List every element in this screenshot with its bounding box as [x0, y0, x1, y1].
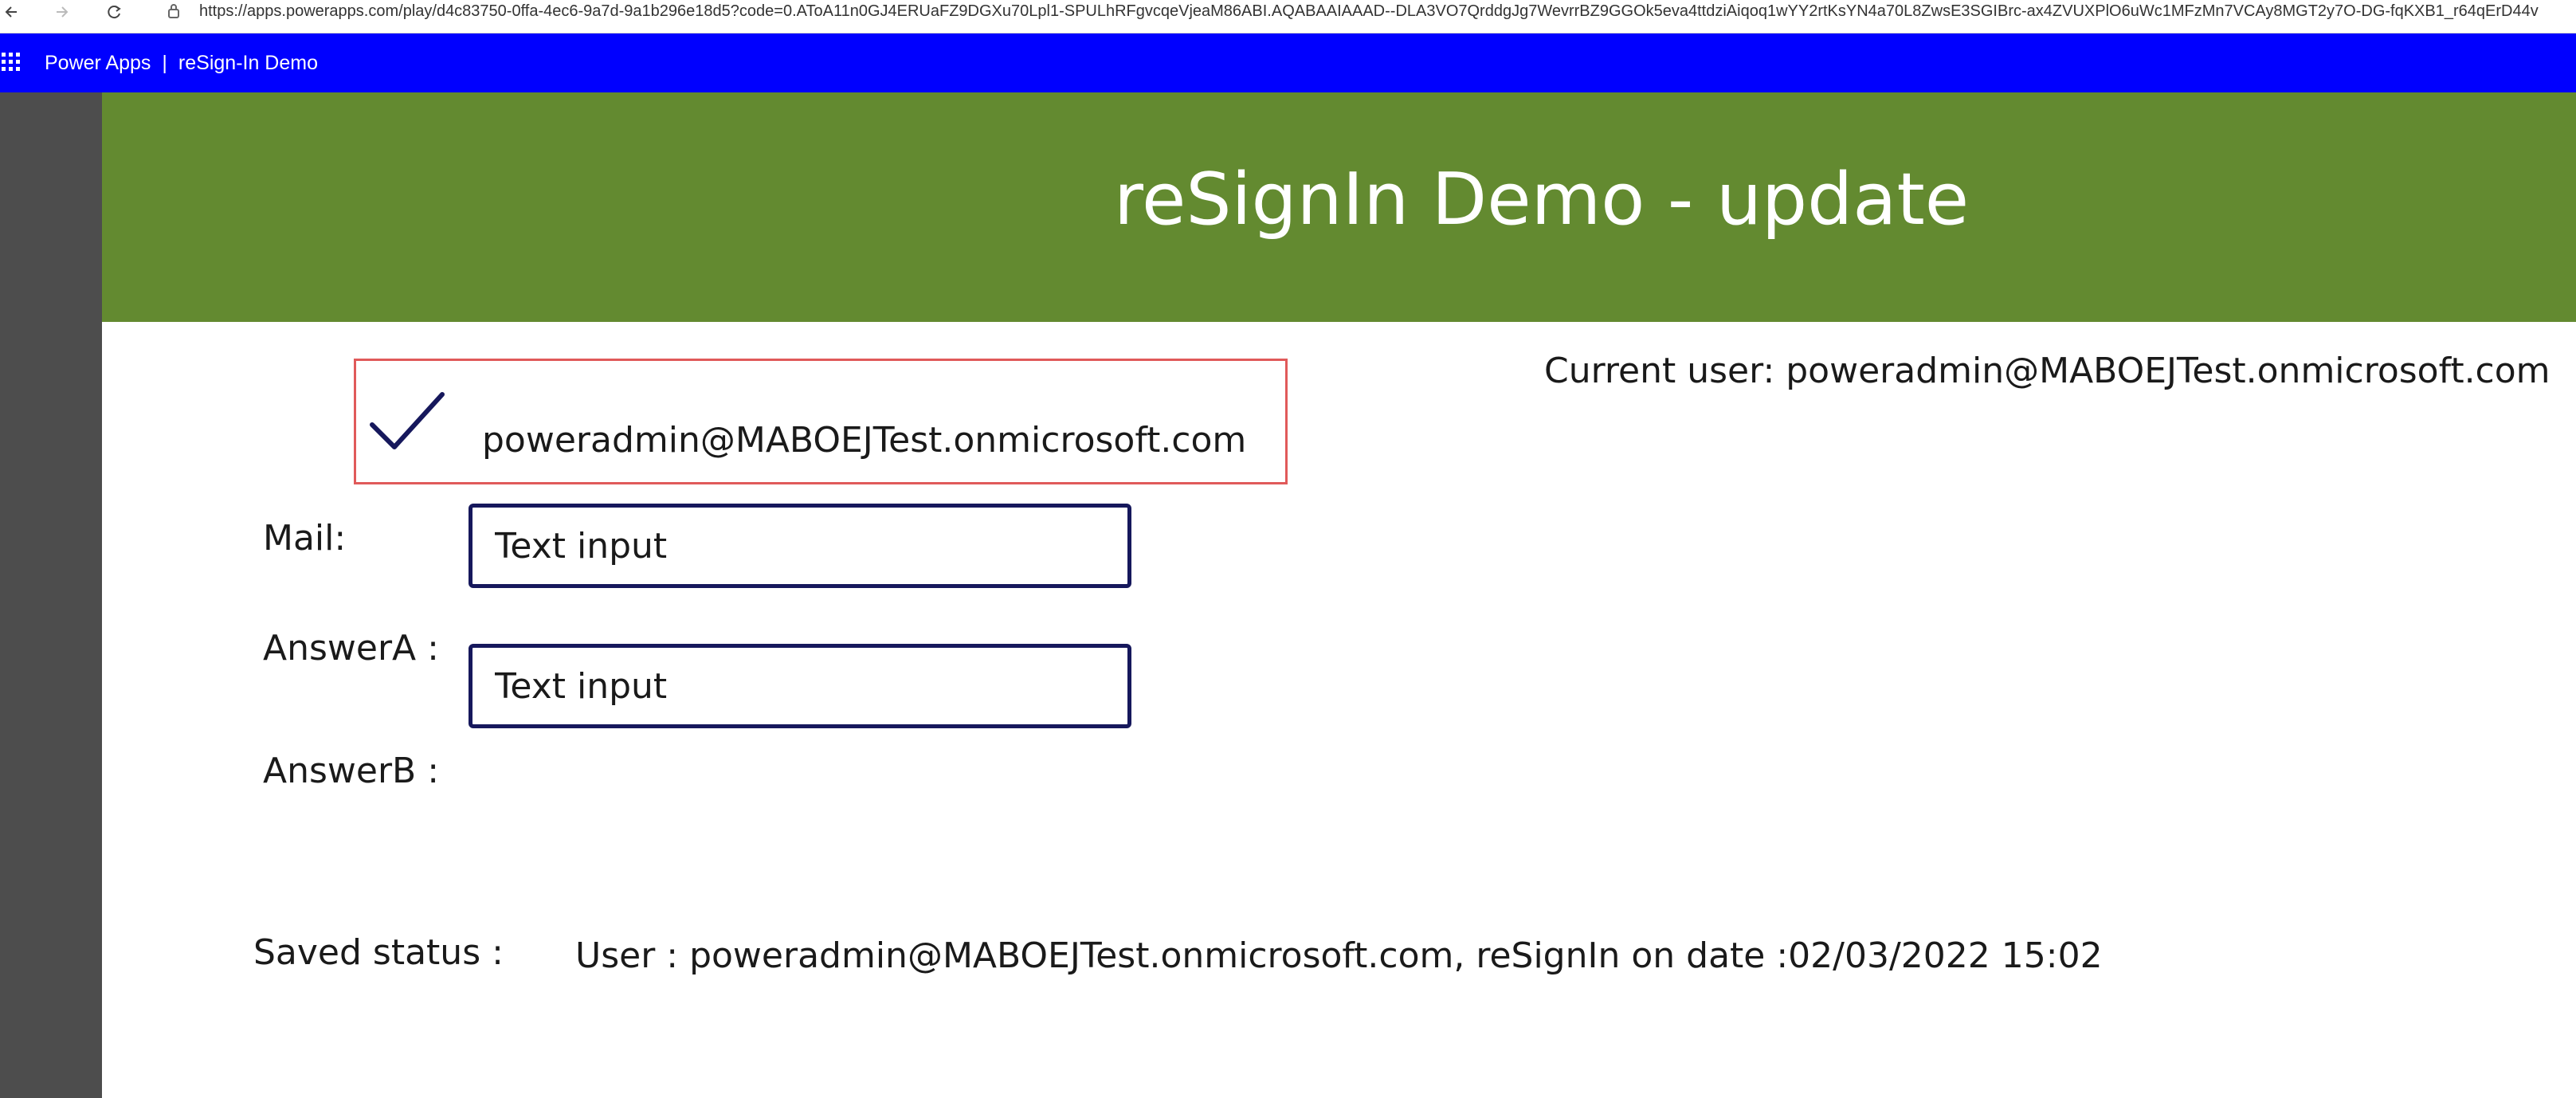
forward-icon[interactable] [49, 0, 73, 24]
mail-value: poweradmin@MABOEJTest.onmicrosoft.com [482, 420, 1247, 461]
current-user-label: Current user: poweradmin@MABOEJTest.onmi… [1544, 351, 2551, 391]
answer-a-label: AnswerA : [263, 628, 439, 669]
lock-icon[interactable] [164, 0, 183, 22]
mail-label: Mail: [263, 518, 347, 559]
checkmark-icon [370, 392, 445, 449]
back-icon[interactable] [0, 0, 24, 24]
answer-b-label: AnswerB : [263, 751, 440, 791]
address-bar[interactable]: https://apps.powerapps.com/play/d4c83750… [199, 0, 2576, 22]
app-banner: reSignIn Demo - update [102, 92, 2576, 322]
refresh-icon[interactable] [102, 0, 126, 24]
browser-toolbar: https://apps.powerapps.com/play/d4c83750… [0, 0, 2576, 33]
page-title: reSignIn Demo - update [1114, 158, 1970, 241]
powerapps-header: Power Apps | reSign-In Demo [0, 33, 2576, 92]
answer-a-input[interactable] [469, 504, 1131, 588]
left-rail [0, 92, 102, 1098]
product-name: Power Apps [45, 52, 151, 74]
app-launcher-icon[interactable] [2, 53, 20, 73]
saved-status-value: User : poweradmin@MABOEJTest.onmicrosoft… [575, 935, 2103, 976]
app-canvas: reSignIn Demo - update Current user: pow… [102, 92, 2576, 1098]
saved-status-label: Saved status : [253, 932, 504, 973]
answer-b-input[interactable] [469, 644, 1131, 728]
header-title: Power Apps | reSign-In Demo [45, 33, 318, 92]
app-name: reSign-In Demo [178, 52, 318, 74]
header-separator: | [162, 52, 167, 74]
mail-field[interactable]: poweradmin@MABOEJTest.onmicrosoft.com [354, 359, 1288, 484]
